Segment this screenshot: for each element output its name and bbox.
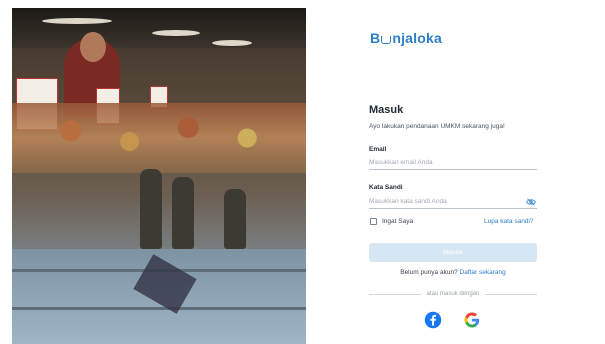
forgot-password-link[interactable]: Lupa kata sandi? <box>484 218 534 225</box>
register-text: Belum punya akun? <box>400 269 458 276</box>
bottle <box>224 189 246 249</box>
brand-logo: Bnjaloka <box>370 30 442 46</box>
remember-label: Ingat Saya <box>382 218 414 225</box>
remember-me[interactable]: Ingat Saya <box>370 218 413 225</box>
page-title: Masuk <box>369 104 404 116</box>
password-field[interactable] <box>369 195 537 209</box>
google-icon[interactable] <box>463 311 481 329</box>
bottle <box>140 169 162 249</box>
page-subtitle: Ayo lakukan pendanaan UMKM sekarang juga… <box>369 123 505 130</box>
logo-suffix: njaloka <box>392 30 442 46</box>
email-field[interactable] <box>369 156 537 170</box>
remember-checkbox[interactable] <box>370 218 377 225</box>
eye-slash-icon[interactable] <box>526 198 536 206</box>
ceiling-lamp <box>42 18 112 24</box>
register-link[interactable]: Daftar sekarang <box>460 269 506 276</box>
divider-text: atau masuk dengan <box>426 291 480 297</box>
fruit-display <box>12 103 306 173</box>
login-button[interactable]: Masuk <box>369 243 537 262</box>
divider-line <box>485 293 537 295</box>
bottle <box>172 177 194 249</box>
ceiling-lamp <box>152 30 200 36</box>
vendor-head <box>80 32 106 62</box>
facebook-icon[interactable] <box>424 311 442 329</box>
register-prompt: Belum punya akun? Daftar sekarang <box>369 269 537 276</box>
password-label: Kata Sandi <box>369 184 403 191</box>
email-label: Email <box>369 146 387 153</box>
market-photo <box>12 8 306 344</box>
divider-line <box>369 293 421 295</box>
social-divider: atau masuk dengan <box>369 291 537 297</box>
ceiling <box>12 8 306 48</box>
ceiling-lamp <box>212 40 252 46</box>
cart-icon <box>381 36 392 44</box>
logo-prefix: B <box>370 30 381 46</box>
login-page: Bnjaloka Masuk Ayo lakukan pendanaan UMK… <box>0 0 605 344</box>
